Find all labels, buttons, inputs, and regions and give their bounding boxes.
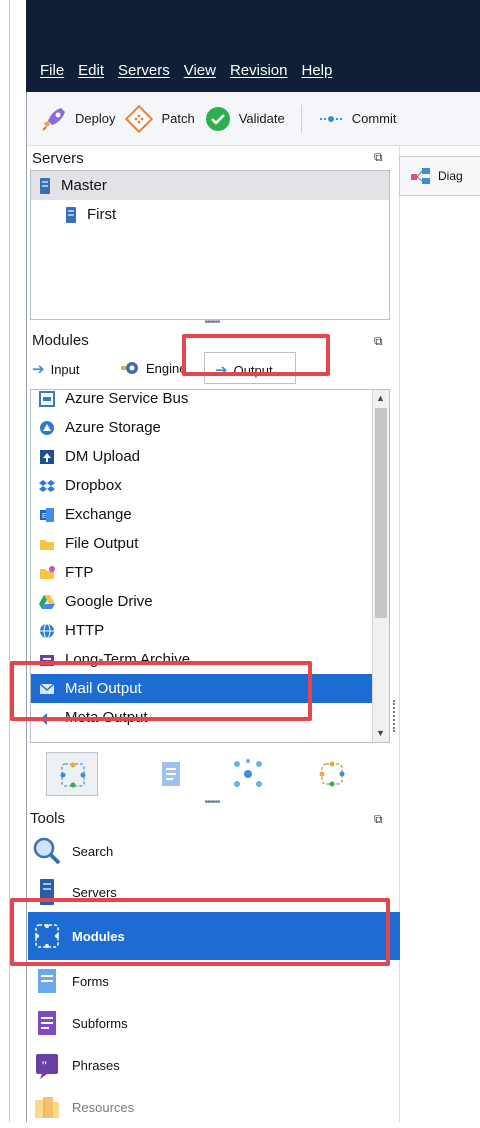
- menu-revision[interactable]: Revision: [230, 62, 288, 79]
- arrow-right-icon: ➔: [32, 361, 45, 378]
- patch-icon: [125, 104, 154, 133]
- module-item-dm-upload[interactable]: DM Upload: [31, 442, 389, 471]
- scroll-down-arrow-icon[interactable]: ▼: [376, 728, 385, 738]
- tool-subforms[interactable]: Subforms: [28, 1002, 400, 1044]
- azure-storage-icon: [40, 420, 54, 435]
- server-icon: [66, 206, 76, 223]
- tool-forms[interactable]: Forms: [28, 960, 400, 1002]
- menu-bar: File Edit Servers View Revision Help: [40, 62, 332, 79]
- google-drive-icon: [39, 594, 55, 609]
- annotation-highlight-output-tab: [182, 334, 330, 376]
- restore-icon[interactable]: ⧉: [374, 150, 383, 165]
- deploy-button[interactable]: Deploy: [41, 106, 115, 132]
- rocket-icon: [42, 107, 65, 131]
- scroll-up-arrow-icon[interactable]: ▲: [376, 393, 385, 403]
- diagram-icon: [411, 168, 430, 184]
- splitter-grip[interactable]: ••••••: [196, 317, 228, 328]
- menu-servers[interactable]: Servers: [118, 62, 170, 79]
- modules-panel-title: Modules: [32, 332, 89, 349]
- search-icon: [33, 837, 61, 865]
- menu-file[interactable]: File: [40, 62, 64, 79]
- tab-diagram[interactable]: Diag: [399, 156, 480, 196]
- modules-scrollbar[interactable]: ▲ ▼: [372, 390, 389, 742]
- servers-list: Master First: [30, 170, 390, 320]
- annotation-highlight-mail-output: [10, 661, 312, 721]
- components-view-icon[interactable]: [316, 758, 348, 790]
- resources-icon: [35, 1097, 59, 1118]
- toolbar-separator: [300, 104, 302, 133]
- module-item-azure-service-bus[interactable]: Azure Service Bus: [31, 390, 389, 413]
- splitter-grip[interactable]: ••••••: [196, 797, 228, 808]
- tab-engine[interactable]: Engine: [120, 360, 186, 376]
- network-view-icon[interactable]: [232, 758, 264, 790]
- module-item-ftp[interactable]: FTP: [31, 558, 389, 587]
- module-item-azure-storage[interactable]: Azure Storage: [31, 413, 389, 442]
- subforms-icon: [38, 1011, 56, 1035]
- commit-icon: [319, 115, 342, 122]
- restore-icon[interactable]: ⧉: [374, 334, 383, 349]
- azure-service-bus-icon: [39, 390, 55, 407]
- module-item-dropbox[interactable]: Dropbox: [31, 471, 389, 500]
- forms-icon: [38, 969, 56, 993]
- globe-icon: [40, 623, 54, 638]
- vertical-splitter-grip[interactable]: [393, 700, 396, 732]
- restore-icon[interactable]: ⧉: [374, 812, 383, 827]
- ftp-folder-icon: [40, 565, 55, 579]
- document-view-icon[interactable]: [158, 760, 184, 788]
- module-item-http[interactable]: HTTP: [31, 616, 389, 645]
- commit-button[interactable]: Commit: [318, 111, 397, 127]
- title-bar: File Edit Servers View Revision Help: [26, 0, 480, 92]
- view-modules-button[interactable]: [46, 752, 98, 796]
- validate-button[interactable]: Validate: [205, 106, 285, 132]
- patch-button[interactable]: Patch: [125, 104, 195, 133]
- annotation-highlight-modules-tool: [10, 898, 390, 966]
- menu-view[interactable]: View: [184, 62, 216, 79]
- module-item-file-output[interactable]: File Output: [31, 529, 389, 558]
- svg-text:E: E: [42, 513, 47, 520]
- modules-view-icon: [60, 762, 86, 788]
- scroll-thumb[interactable]: [375, 408, 387, 618]
- tools-panel-title: Tools: [30, 810, 66, 827]
- menu-edit[interactable]: Edit: [78, 62, 104, 79]
- module-item-exchange[interactable]: E Exchange: [31, 500, 389, 529]
- panel-left-border: [26, 92, 27, 1122]
- check-circle-icon: [205, 106, 230, 131]
- phrases-icon: ": [36, 1054, 58, 1079]
- toolbar: Deploy Patch Validate Commit: [27, 92, 480, 146]
- engine-icon: [121, 362, 138, 374]
- upload-icon: [40, 449, 54, 464]
- tools-list: Search Servers Modules Forms Subforms " …: [28, 830, 400, 1128]
- dropbox-icon: [39, 479, 55, 492]
- svg-text:": ": [41, 1058, 48, 1072]
- module-item-google-drive[interactable]: Google Drive: [31, 587, 389, 616]
- tab-input[interactable]: ➔ Input: [32, 360, 80, 378]
- exchange-icon: E: [40, 507, 54, 522]
- menu-help[interactable]: Help: [302, 62, 333, 79]
- tool-phrases[interactable]: " Phrases: [28, 1044, 400, 1086]
- tool-search[interactable]: Search: [28, 830, 400, 872]
- folder-icon: [40, 539, 54, 550]
- server-icon: [40, 177, 50, 194]
- servers-panel-title: Servers: [32, 150, 84, 167]
- server-item-first[interactable]: First: [31, 200, 389, 229]
- server-item-master[interactable]: Master: [31, 171, 389, 200]
